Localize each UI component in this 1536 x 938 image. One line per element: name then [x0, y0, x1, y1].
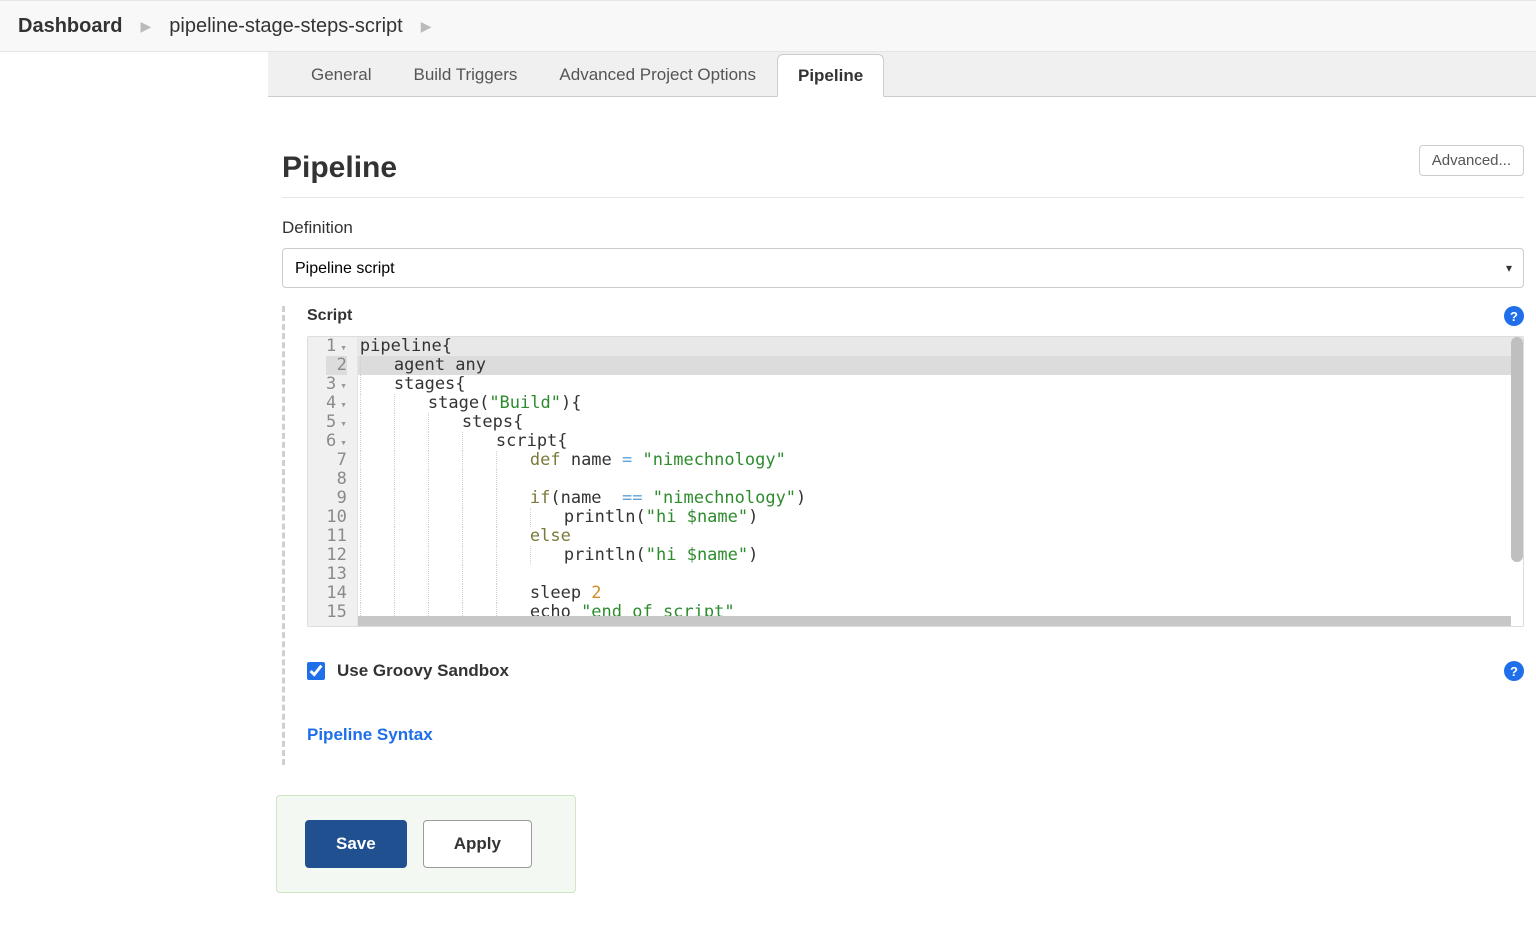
- tab-pipeline[interactable]: Pipeline: [777, 54, 884, 97]
- left-sidebar-placeholder: [0, 52, 268, 893]
- script-label: Script: [307, 307, 352, 325]
- tab-general[interactable]: General: [290, 53, 392, 96]
- advanced-button[interactable]: Advanced...: [1419, 145, 1524, 176]
- definition-select[interactable]: Pipeline script: [282, 248, 1524, 288]
- pipeline-syntax-link[interactable]: Pipeline Syntax: [307, 725, 433, 745]
- save-button[interactable]: Save: [305, 820, 407, 868]
- chevron-right-icon: ▶: [140, 18, 151, 35]
- scrollbar-horizontal[interactable]: [358, 616, 1511, 626]
- apply-button[interactable]: Apply: [423, 820, 532, 868]
- divider: [282, 197, 1524, 198]
- breadcrumb: Dashboard ▶ pipeline-stage-steps-script …: [0, 0, 1536, 52]
- use-groovy-sandbox-checkbox[interactable]: [307, 662, 325, 680]
- tab-build-triggers[interactable]: Build Triggers: [392, 53, 538, 96]
- scrollbar-vertical[interactable]: [1511, 337, 1523, 562]
- use-groovy-sandbox-label: Use Groovy Sandbox: [337, 661, 509, 681]
- breadcrumb-dashboard[interactable]: Dashboard: [18, 15, 122, 38]
- help-icon[interactable]: ?: [1504, 661, 1524, 681]
- editor-gutter: 1▾23▾4▾5▾6▾789101112131415: [308, 337, 358, 626]
- page-title: Pipeline: [282, 151, 1524, 185]
- action-bar: Save Apply: [276, 795, 576, 893]
- tab-advanced-project-options[interactable]: Advanced Project Options: [538, 53, 777, 96]
- breadcrumb-project[interactable]: pipeline-stage-steps-script: [169, 15, 402, 38]
- definition-label: Definition: [282, 218, 1524, 238]
- chevron-right-icon: ▶: [421, 18, 432, 35]
- script-editor[interactable]: 1▾23▾4▾5▾6▾789101112131415 pipeline{agen…: [307, 336, 1524, 627]
- help-icon[interactable]: ?: [1504, 306, 1524, 326]
- editor-code[interactable]: pipeline{agent anystages{stage("Build"){…: [358, 337, 1523, 626]
- config-tabs: General Build Triggers Advanced Project …: [268, 52, 1536, 97]
